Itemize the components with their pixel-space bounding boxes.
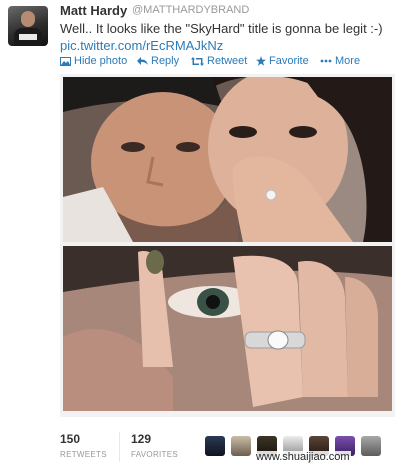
star-icon: [256, 56, 266, 66]
reply-button[interactable]: Reply: [137, 55, 179, 67]
tweet-text: Well.. It looks like the "SkyHard" title…: [60, 21, 383, 36]
stats-divider: [119, 432, 120, 462]
hide-photo-label: Hide photo: [74, 55, 128, 67]
more-label: More: [335, 55, 361, 67]
retweets-count[interactable]: 150: [60, 432, 80, 446]
favorite-button[interactable]: Favorite: [256, 55, 309, 67]
site-watermark: www.shuaijiao.com: [255, 451, 351, 463]
favorites-count[interactable]: 129: [131, 432, 151, 446]
favorite-label: Favorite: [269, 55, 309, 67]
author-avatar[interactable]: [8, 6, 48, 46]
retweet-label: Retweet: [207, 55, 248, 67]
more-dots-icon: [320, 59, 332, 63]
tweet-photo-link[interactable]: pic.twitter.com/rEcRMAJkNz: [60, 38, 223, 53]
reply-icon: [137, 56, 148, 65]
hide-photo-button[interactable]: Hide photo: [60, 55, 127, 67]
author-name[interactable]: Matt Hardy: [60, 3, 127, 18]
tweet-photo[interactable]: [63, 77, 392, 411]
favoriter-avatar[interactable]: [361, 436, 381, 456]
tweet-card: Matt Hardy @MATTHARDYBRAND Well.. It loo…: [0, 0, 402, 467]
retweets-label: RETWEETS: [60, 450, 107, 459]
photo-icon: [60, 56, 71, 66]
favoriter-avatar[interactable]: [231, 436, 251, 456]
more-button[interactable]: More: [320, 55, 360, 67]
favoriter-avatar[interactable]: [205, 436, 225, 456]
favorites-label: FAVORITES: [131, 450, 179, 459]
author-handle[interactable]: @MATTHARDYBRAND: [132, 4, 249, 16]
retweet-icon: [191, 56, 204, 66]
retweet-button[interactable]: Retweet: [191, 55, 247, 67]
reply-label: Reply: [151, 55, 180, 67]
